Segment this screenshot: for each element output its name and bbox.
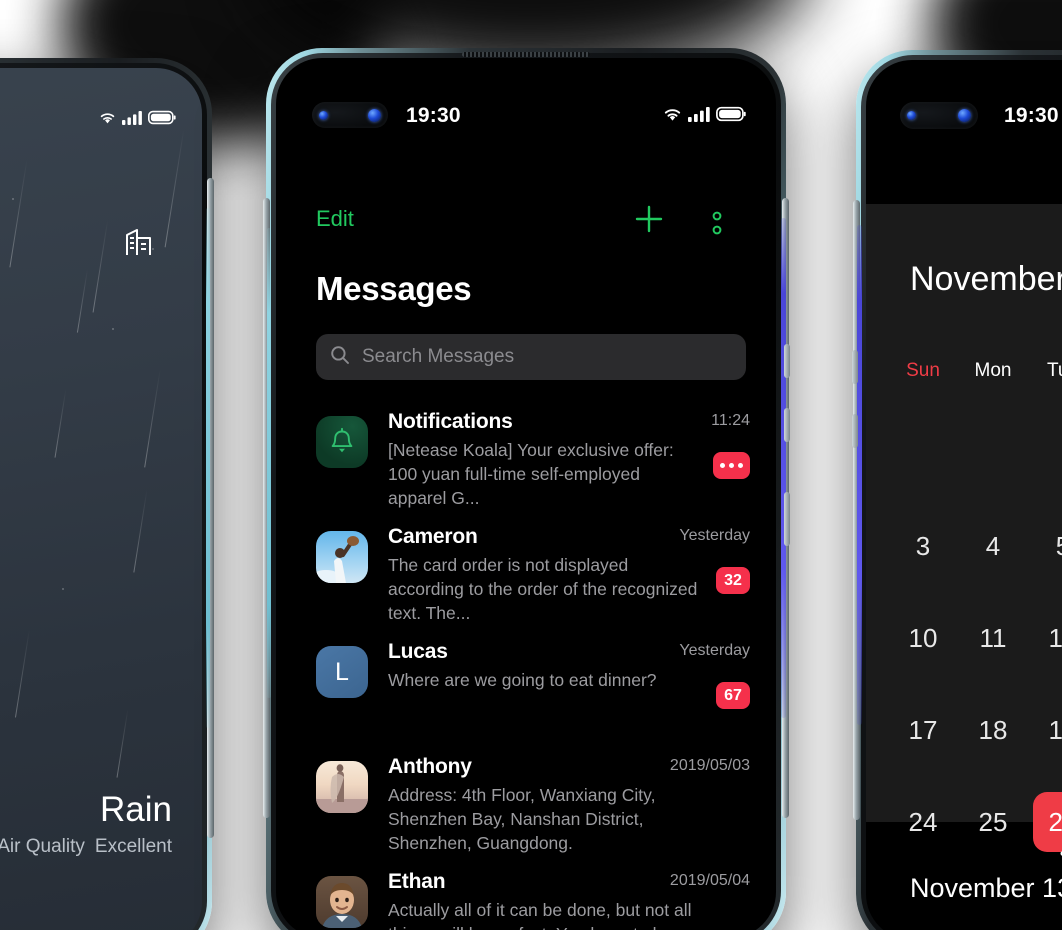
weather-phone: hi Rain Air QualityExcellent 9:00 10: xyxy=(0,58,214,930)
status-bar-center: 19:30 xyxy=(276,104,776,128)
calendar-footer-date: November 13 xyxy=(910,873,1062,903)
list-item[interactable]: Ethan Actually all of it can be done, bu… xyxy=(276,870,776,930)
calendar-day[interactable]: 17 xyxy=(888,684,958,776)
status-time: 19:30 xyxy=(1004,104,1059,127)
calendar-week-row: 17 18 19 xyxy=(866,684,1062,776)
weather-condition: Rain xyxy=(100,790,172,829)
air-quality: Air Quality Excellent xyxy=(0,836,172,858)
volume-down-button[interactable] xyxy=(852,414,858,448)
battery-icon xyxy=(148,110,176,125)
search-input[interactable]: Search Messages xyxy=(316,334,746,380)
calendar-day[interactable]: 11 xyxy=(958,592,1028,684)
list-item-content: Notifications [Netease Koala] Your exclu… xyxy=(388,410,750,510)
calendar-day[interactable]: 10 xyxy=(888,592,958,684)
calendar-day[interactable]: 24 xyxy=(888,776,958,868)
calendar-week-row: 3 4 5 xyxy=(866,500,1062,592)
status-icons-left xyxy=(98,110,176,125)
avatar[interactable] xyxy=(316,531,368,583)
status-badge[interactable] xyxy=(713,452,750,479)
message-time: 11:24 xyxy=(711,412,750,429)
wifi-icon xyxy=(98,110,117,125)
weekday-tue: Tue xyxy=(1046,360,1062,381)
messages-phone: 19:30 Edit Messages Search Messages Noti… xyxy=(263,48,790,930)
weekday-sun: Sun xyxy=(906,360,940,381)
message-preview: Address: 4th Floor, Wanxiang City, Shenz… xyxy=(388,785,656,853)
edge-accent-teal-center xyxy=(267,228,271,698)
edge-accent-teal-left xyxy=(206,208,210,728)
air-quality-value: Excellent xyxy=(94,836,172,857)
calendar-day-selected[interactable]: 26 xyxy=(1028,776,1062,868)
weekday-mon: Mon xyxy=(974,360,1012,381)
signal-icon xyxy=(688,106,711,122)
calendar-day[interactable]: 18 xyxy=(958,684,1028,776)
message-time: Yesterday xyxy=(679,527,750,544)
plus-icon[interactable] xyxy=(632,202,666,241)
edge-accent-blue-right xyxy=(857,225,862,725)
message-preview: Where are we going to eat dinner? xyxy=(388,670,657,690)
more-options-icon[interactable] xyxy=(710,208,724,243)
contact-name: Notifications xyxy=(388,410,513,433)
message-time: 2019/05/04 xyxy=(669,872,750,889)
status-bar-right: 19:30 xyxy=(866,104,1062,128)
calendar-day[interactable]: 4 xyxy=(958,500,1028,592)
list-item[interactable]: Cameron The card order is not displayed … xyxy=(276,525,776,640)
calendar-phone: 19:30 November 2 Sun Mon Tue 3 4 5 10 11… xyxy=(852,50,1062,930)
calendar-weekday-header: Sun Mon Tue xyxy=(866,360,1062,382)
status-time: 19:30 xyxy=(406,104,461,127)
edit-button[interactable]: Edit xyxy=(316,206,354,232)
messages-nav-bar: Edit xyxy=(276,205,776,250)
message-time: Yesterday xyxy=(679,642,750,659)
message-preview: The card order is not displayed accordin… xyxy=(388,555,698,623)
message-preview: Actually all of it can be done, but not … xyxy=(388,900,692,930)
bell-icon xyxy=(316,416,368,468)
message-list[interactable]: Notifications [Netease Koala] Your exclu… xyxy=(276,410,776,930)
unread-badge[interactable]: 67 xyxy=(716,682,750,709)
air-quality-label: Air Quality xyxy=(0,836,85,857)
wifi-icon xyxy=(662,106,683,122)
signal-icon xyxy=(122,110,143,125)
calendar-week-row: 24 25 26 xyxy=(866,776,1062,868)
earpiece-grille xyxy=(462,52,590,57)
message-time: 2019/05/03 xyxy=(669,757,750,774)
avatar[interactable] xyxy=(316,761,368,813)
calendar-day[interactable]: 19 xyxy=(1028,684,1062,776)
list-item[interactable]: Anthony Address: 4th Floor, Wanxiang Cit… xyxy=(276,755,776,870)
calendar-day[interactable]: 25 xyxy=(958,776,1028,868)
calendar-grid[interactable]: 3 4 5 10 11 12 17 18 19 24 25 xyxy=(866,500,1062,868)
calendar-day[interactable]: 3 xyxy=(888,500,958,592)
messages-screen: 19:30 Edit Messages Search Messages Noti… xyxy=(276,58,776,930)
search-icon xyxy=(330,345,350,370)
volume-up-button[interactable] xyxy=(852,350,858,384)
volume-up-button[interactable] xyxy=(784,344,790,378)
power-button[interactable] xyxy=(784,492,790,546)
message-preview: [Netease Koala] Your exclusive offer: 10… xyxy=(388,440,674,508)
search-placeholder: Search Messages xyxy=(362,346,515,367)
calendar-month-title: November 2 xyxy=(910,260,1062,298)
avatar[interactable] xyxy=(316,416,368,468)
edge-accent-blue-center xyxy=(781,218,786,718)
battery-icon xyxy=(716,106,746,122)
calendar-day[interactable]: 12 xyxy=(1028,592,1062,684)
screenshot-stage: hi Rain Air QualityExcellent 9:00 10: xyxy=(0,0,1062,930)
list-item[interactable]: L Lucas Where are we going to eat dinner… xyxy=(276,640,776,755)
calendar-day-number: 26 xyxy=(1048,806,1062,837)
volume-down-button[interactable] xyxy=(784,408,790,442)
building-icon[interactable] xyxy=(124,224,154,261)
calendar-screen: 19:30 November 2 Sun Mon Tue 3 4 5 10 11… xyxy=(866,60,1062,930)
avatar[interactable]: L xyxy=(316,646,368,698)
calendar-week-row: 10 11 12 xyxy=(866,592,1062,684)
avatar-initial: L xyxy=(335,657,349,686)
avatar[interactable] xyxy=(316,876,368,928)
unread-badge[interactable]: 32 xyxy=(716,567,750,594)
calendar-day[interactable]: 5 xyxy=(1028,500,1062,592)
page-title: Messages xyxy=(316,270,472,307)
weather-screen: hi Rain Air QualityExcellent 9:00 10: xyxy=(0,68,202,930)
status-icons-center xyxy=(662,106,746,122)
list-item[interactable]: Notifications [Netease Koala] Your exclu… xyxy=(276,410,776,525)
